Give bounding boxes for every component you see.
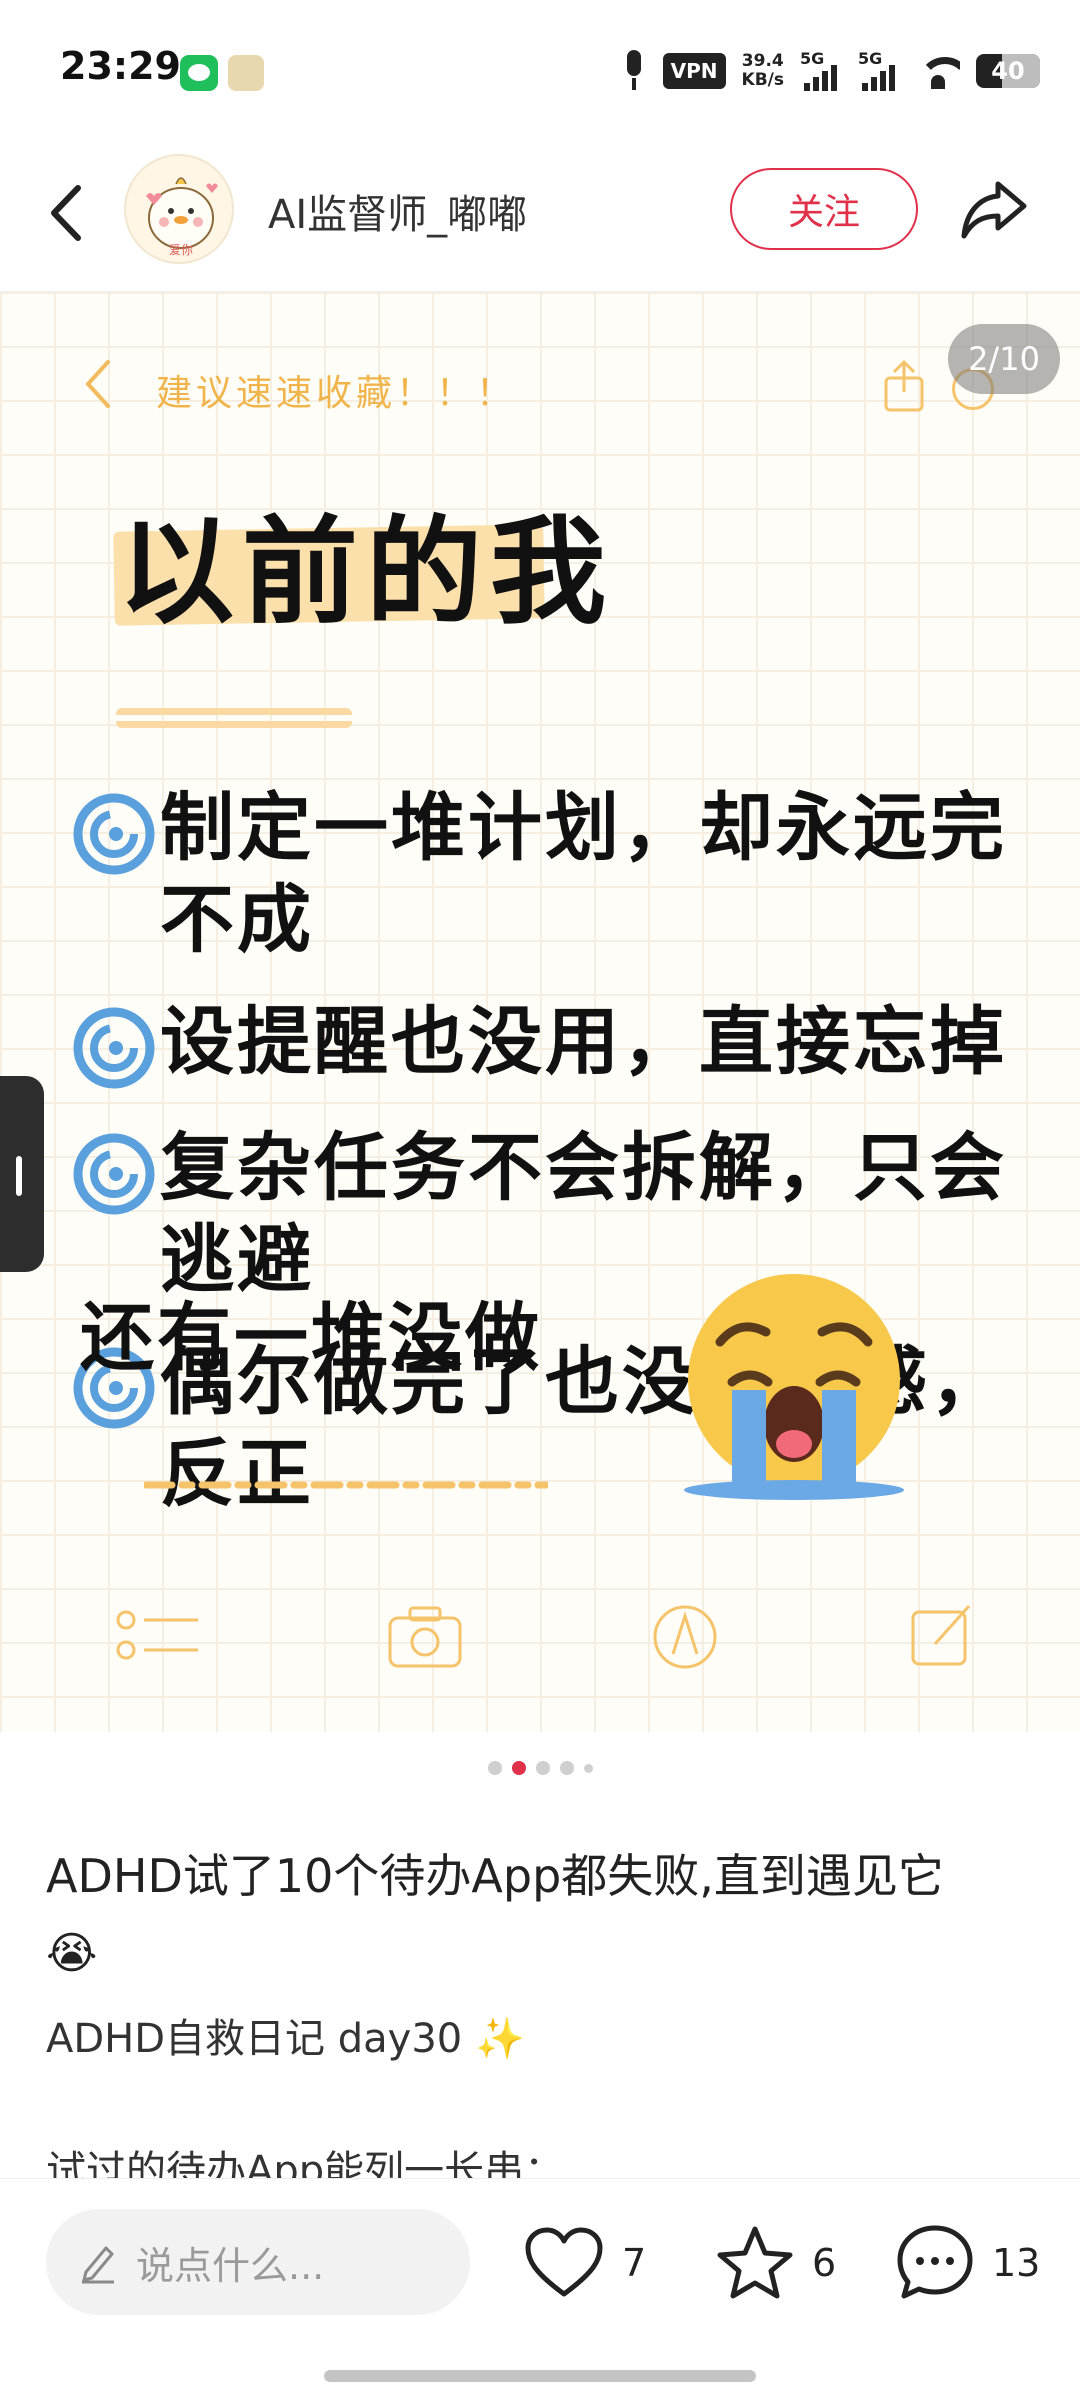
back-button[interactable] — [38, 178, 98, 248]
list-item: 设提醒也没用，直接忘掉 — [68, 996, 1028, 1092]
status-time: 23:29 — [60, 44, 181, 88]
bottom-action-bar: 说点什么... 7 6 13 — [0, 2178, 1080, 2400]
follow-button[interactable]: 关注 — [730, 168, 918, 250]
sparkles-emoji: ✨ — [474, 2016, 525, 2062]
swirl-bullet-icon — [73, 1133, 155, 1215]
comment-button[interactable]: 13 — [896, 2223, 1040, 2303]
image-pagination-dots — [0, 1758, 1080, 1778]
camera-icon — [388, 1606, 462, 1668]
wechat-notification-icon — [180, 55, 218, 91]
favorite-button[interactable]: 6 — [716, 2223, 836, 2303]
battery-level: 40 — [991, 57, 1025, 85]
bullet-text: 设提醒也没用，直接忘掉 — [160, 999, 1007, 1085]
post-header: 爱你 AI监督师_嘟嘟 关注 — [0, 140, 1080, 292]
vpn-badge: VPN — [662, 53, 726, 89]
pencil-icon — [82, 2246, 114, 2284]
pagination-dot — [535, 1761, 550, 1775]
post-title: ADHD试了10个待办App都失败,直到遇见它 😭 — [46, 1838, 1036, 1992]
side-drawer-handle[interactable] — [0, 1076, 44, 1272]
note-back-icon — [85, 360, 110, 408]
author-avatar[interactable]: 爱你 — [124, 154, 234, 264]
pagination-dot — [487, 1761, 502, 1775]
share-button[interactable] — [958, 174, 1030, 244]
like-button[interactable]: 7 — [524, 2223, 646, 2303]
star-icon — [717, 2226, 793, 2299]
author-name[interactable]: AI监督师_嘟嘟 — [268, 182, 527, 240]
pagination-dot — [559, 1761, 574, 1775]
post-title-text: ADHD试了10个待办App都失败,直到遇见它 — [46, 1849, 944, 1903]
note-share-icon — [884, 359, 924, 412]
post-subtitle: ADHD自救日记 day30 ✨ — [46, 2006, 525, 2064]
swirl-bullet-icon — [73, 1007, 155, 1089]
battery-icon: 40 — [976, 54, 1040, 88]
app-notification-icon — [228, 55, 264, 91]
heart-icon — [525, 2227, 603, 2297]
checklist-icon — [116, 1610, 198, 1660]
status-indicators: VPN 39.4 KB/s 5G 5G 40 — [621, 46, 1040, 96]
note-header-text: 建议速速收藏！！！ — [156, 373, 517, 414]
pagination-dot — [583, 1763, 593, 1773]
chevron-left-icon — [51, 185, 81, 241]
note-toolbar — [0, 1592, 1080, 1682]
post-subtitle-text: ADHD自救日记 day30 — [46, 2016, 463, 2062]
signal-5g-icon: 5G — [858, 49, 900, 93]
network-speed-unit: KB/s — [741, 70, 784, 90]
title-underline — [116, 708, 352, 728]
bullet-text: 制定一堆计划，却永远完不成 — [160, 785, 1007, 963]
duck-avatar-icon: 爱你 — [146, 177, 218, 257]
network-speed: 39.4 KB/s — [742, 52, 784, 90]
bullet-continuation: 还有一堆没做 — [80, 1295, 542, 1381]
post-image[interactable]: 建议速速收藏！！！ 2/10 以前的我 制定一堆计划，却永远完不成 设提醒也没用… — [0, 292, 1080, 1732]
home-indicator[interactable] — [324, 2370, 756, 2382]
avatar-caption: 爱你 — [169, 243, 193, 257]
list-item: 制定一堆计划，却永远完不成 — [68, 782, 1028, 966]
pen-tip-icon — [653, 1605, 717, 1669]
signal-5g-icon: 5G — [800, 49, 842, 93]
network-speed-value: 39.4 — [741, 51, 784, 71]
wifi-icon — [916, 53, 960, 89]
crying-face-icon — [684, 1274, 904, 1500]
like-count: 7 — [622, 2241, 647, 2285]
comment-count: 13 — [992, 2241, 1041, 2285]
comment-bubble-icon — [897, 2225, 973, 2299]
decorative-dashes — [144, 1481, 548, 1489]
comment-placeholder: 说点什么... — [136, 2243, 325, 2288]
swirl-bullet-icon — [73, 793, 155, 875]
note-title: 以前的我 — [118, 505, 614, 640]
crying-emoji: 😭 — [46, 1928, 98, 1979]
pagination-dot-active — [511, 1761, 526, 1775]
status-bar: 23:29 VPN 39.4 KB/s 5G 5G 40 — [0, 0, 1080, 140]
share-arrow-icon — [961, 181, 1027, 239]
favorite-count: 6 — [812, 2241, 837, 2285]
comment-input[interactable]: 说点什么... — [46, 2209, 470, 2315]
image-page-counter: 2/10 — [948, 324, 1060, 394]
microphone-icon — [621, 50, 647, 92]
edit-note-icon — [911, 1604, 971, 1666]
